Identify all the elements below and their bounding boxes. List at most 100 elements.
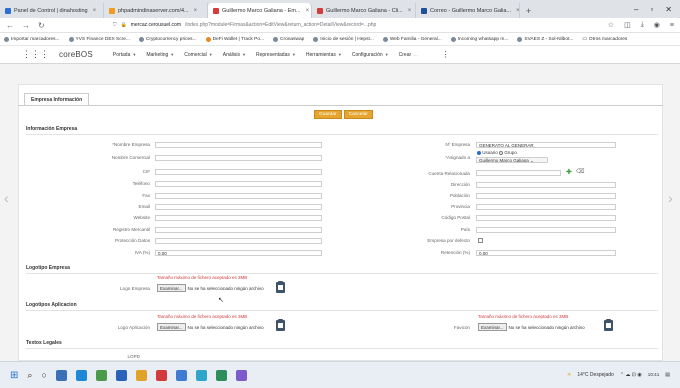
close-icon[interactable]: ×: [306, 8, 310, 14]
app-grid-icon[interactable]: ⋮⋮⋮: [22, 49, 49, 60]
menu-comercial[interactable]: Comercial ▼: [184, 52, 212, 58]
app-brand[interactable]: coreBOS: [59, 50, 93, 59]
menu-herramientas[interactable]: Herramientas ▼: [306, 52, 342, 58]
app-icon[interactable]: [135, 369, 147, 381]
bookmark-item[interactable]: YVS Finance DEX Scre...: [68, 36, 130, 42]
cuenta-relacionada-input[interactable]: [476, 170, 561, 176]
telefono-input[interactable]: [155, 181, 322, 187]
email-input[interactable]: [155, 204, 322, 210]
bookmark-item[interactable]: Inicio de sesión | Hepst...: [313, 36, 374, 42]
bookmark-folder[interactable]: ▭ Otros marcadores: [582, 37, 627, 42]
close-icon[interactable]: ×: [194, 8, 198, 14]
windows-start-icon[interactable]: ⊞: [10, 370, 18, 381]
favicon-icon: [109, 7, 115, 14]
notification-icon[interactable]: ▤: [665, 372, 670, 378]
bookmark-item[interactable]: Web Familia - General...: [382, 36, 442, 42]
grupo-radio[interactable]: [499, 150, 504, 155]
close-icon[interactable]: ×: [516, 8, 519, 14]
menu-analisis[interactable]: Análisis ▼: [223, 52, 246, 58]
add-icon[interactable]: ✚: [566, 168, 572, 176]
close-icon[interactable]: ×: [408, 8, 412, 14]
clipboard-icon[interactable]: [276, 281, 285, 293]
pocket-icon[interactable]: ◫: [624, 21, 631, 29]
search-icon[interactable]: ⌕: [27, 370, 32, 381]
label-lopd: LOPD: [127, 354, 140, 359]
app-icon[interactable]: [55, 369, 67, 381]
browser-tab-2[interactable]: Guillermo Marco Galiana - Em... ×: [208, 3, 312, 18]
tray-icons[interactable]: ⌃ ☁ ⊡ ◉: [620, 372, 642, 378]
browse-button[interactable]: Examinar...: [157, 284, 186, 292]
asignado-select[interactable]: Guillermo Marco Galiana ⌄: [476, 157, 548, 163]
pais-input[interactable]: [476, 227, 616, 233]
close-window-icon[interactable]: ✕: [665, 5, 672, 14]
chevron-down-icon: ⌄: [530, 158, 534, 163]
more-options-icon[interactable]: ⋮: [442, 50, 450, 59]
menu-crear[interactable]: Crear....: [399, 52, 418, 58]
nombre-empresa-input[interactable]: [155, 142, 322, 148]
registro-mercantil-input[interactable]: [155, 227, 322, 233]
website-input[interactable]: [155, 215, 322, 221]
browser-tab-4[interactable]: Correo - Guillermo Marco Galia... ×: [416, 3, 520, 18]
maximize-icon[interactable]: ▫: [650, 5, 653, 14]
num-empresa-input[interactable]: GENERATO AL GENERAR: [476, 142, 616, 148]
chevron-down-icon: ▼: [384, 52, 389, 57]
close-icon[interactable]: ×: [93, 8, 97, 14]
browse-button[interactable]: Examinar...: [478, 323, 507, 331]
tab-empresa-informacion[interactable]: Empresa Información: [24, 93, 90, 105]
clipboard-icon[interactable]: [604, 319, 613, 331]
provincia-input[interactable]: [476, 204, 616, 210]
nombre-comercial-input[interactable]: [155, 155, 322, 161]
browser-tab-0[interactable]: Panel de Control | dinahosting ×: [0, 3, 104, 18]
usuario-radio[interactable]: [477, 150, 481, 155]
app-icon[interactable]: [195, 369, 207, 381]
save-button[interactable]: Guardar: [314, 110, 342, 119]
poblacion-input[interactable]: [476, 193, 616, 199]
bookmark-item[interactable]: Cryptocurrency prices...: [138, 36, 197, 42]
reload-icon[interactable]: ↻: [38, 21, 45, 30]
previous-arrow-icon[interactable]: ‹: [4, 190, 9, 206]
url-input[interactable]: ⛉ 🔒 mercaz.cerousuel.com/index.php?modul…: [53, 20, 600, 31]
clipboard-icon[interactable]: [276, 319, 285, 331]
browser-tab-1[interactable]: phpadmindinaserver.com/4... ×: [104, 3, 208, 18]
retencion-input[interactable]: 0.00: [476, 250, 616, 256]
cancel-button[interactable]: Cancelar: [343, 110, 373, 119]
empresa-defecto-checkbox[interactable]: [478, 238, 483, 243]
app-icon[interactable]: [95, 369, 107, 381]
extension-icon[interactable]: ◉: [654, 21, 660, 29]
browser-tab-3[interactable]: Guillermo Marco Galiana - Cli... ×: [312, 3, 416, 18]
fax-input[interactable]: [155, 193, 322, 199]
menu-marketing[interactable]: Marketing ▼: [146, 52, 174, 58]
app-icon[interactable]: [155, 369, 167, 381]
bookmark-item[interactable]: Incoming whatsapp m...: [450, 36, 508, 42]
back-icon[interactable]: ←: [6, 21, 14, 30]
forward-icon[interactable]: →: [22, 21, 30, 30]
shield-icon: ⛉: [112, 22, 117, 28]
app-icon[interactable]: [115, 369, 127, 381]
app-icon[interactable]: [235, 369, 247, 381]
clear-icon[interactable]: ⌫: [576, 168, 584, 175]
menu-portada[interactable]: Portada ▼: [113, 52, 136, 58]
browse-button[interactable]: Examinar...: [157, 323, 186, 331]
clock[interactable]: 10:41: [648, 372, 660, 378]
bookmark-item[interactable]: DeFi Wallet | Track Po...: [205, 36, 264, 42]
menu-configuracion[interactable]: Configuración ▼: [352, 52, 389, 58]
menu-representadas[interactable]: Representadas ▼: [256, 52, 296, 58]
app-icon[interactable]: [75, 369, 87, 381]
cif-input[interactable]: [155, 169, 322, 175]
new-tab-button[interactable]: +: [520, 3, 537, 18]
star-icon[interactable]: ☆: [608, 21, 614, 29]
next-arrow-icon[interactable]: ›: [668, 190, 673, 206]
taskview-icon[interactable]: ○: [41, 370, 46, 380]
bookmark-item[interactable]: Importar marcadores...: [4, 36, 60, 42]
bookmark-item[interactable]: Cronaswap: [273, 36, 304, 42]
proteccion-datos-input[interactable]: [155, 238, 322, 244]
menu-icon[interactable]: ≡: [670, 22, 674, 29]
direccion-input[interactable]: [476, 182, 616, 188]
minimize-icon[interactable]: –: [634, 5, 638, 14]
iva-input[interactable]: 0.00: [155, 250, 322, 256]
codigo-postal-input[interactable]: [476, 215, 616, 221]
app-icon[interactable]: [175, 369, 187, 381]
app-icon[interactable]: [215, 369, 227, 381]
bookmark-item[interactable]: SVAES Z - Sol-Nilbot...: [517, 36, 573, 42]
download-icon[interactable]: ⤓: [641, 21, 644, 29]
